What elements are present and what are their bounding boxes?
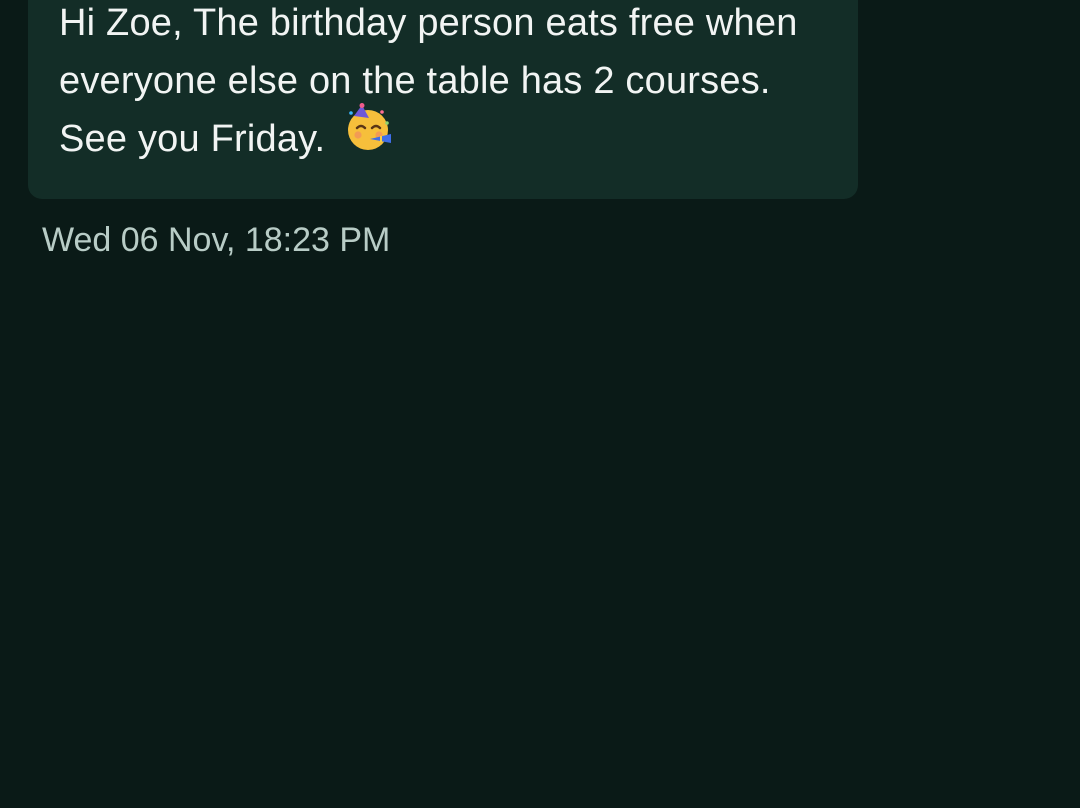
message-bubble[interactable]: Hi Zoe, The birthday person eats free wh… (28, 0, 858, 199)
message-line-3: See you Friday. (59, 103, 394, 170)
party-face-icon (344, 103, 394, 170)
message-line-3-text: See you Friday. (59, 118, 326, 160)
message-line-1: Hi Zoe, The birthday person eats free wh… (59, 2, 798, 44)
message-line-2: everyone else on the table has 2 courses… (59, 60, 771, 102)
chat-thread: Hi Zoe, The birthday person eats free wh… (0, 0, 1080, 808)
message-timestamp: Wed 06 Nov, 18:23 PM (42, 221, 391, 259)
